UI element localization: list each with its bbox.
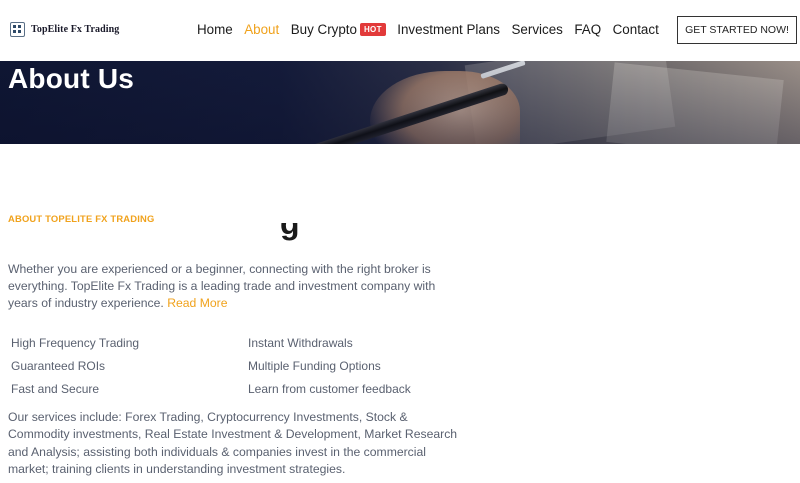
feature-item: High Frequency Trading [11,336,140,350]
nav-buy-crypto-label[interactable]: Buy Crypto [291,22,357,37]
page-title: About Us [8,63,135,94]
nav-investment-plans[interactable]: Investment Plans [397,22,500,37]
feature-item: Multiple Funding Options [248,359,381,373]
section-heading: g [8,223,508,244]
nav-faq[interactable]: FAQ [574,22,601,37]
logo[interactable]: TopElite Fx Trading [10,22,119,37]
feature-item: Guaranteed ROIs [11,359,106,373]
nav-home[interactable]: Home [197,22,233,37]
logo-icon [10,22,25,37]
feature-item: Learn from customer feedback [248,382,411,396]
intro-paragraph: Whether you are experienced or a beginne… [8,261,463,312]
nav-about[interactable]: About [244,22,279,37]
hot-badge: HOT [359,23,386,36]
main-nav: Home About Buy Crypto HOT Investment Pla… [197,22,670,37]
logo-text: TopElite Fx Trading [31,24,120,35]
nav-services[interactable]: Services [511,22,562,37]
read-more-link[interactable]: Read More [167,296,227,310]
feature-item: Fast and Secure [11,382,100,396]
nav-buy-crypto[interactable]: Buy Crypto HOT [291,22,386,37]
feature-item: Instant Withdrawals [248,336,353,350]
nav-contact[interactable]: Contact [613,22,659,37]
site-header: TopElite Fx Trading Home About Buy Crypt… [0,0,800,61]
section-heading-text: g [280,223,300,241]
services-paragraph: Our services include: Forex Trading, Cry… [8,410,458,476]
get-started-button[interactable]: GET STARTED NOW! [677,16,797,44]
page-banner: About Us [0,61,800,144]
